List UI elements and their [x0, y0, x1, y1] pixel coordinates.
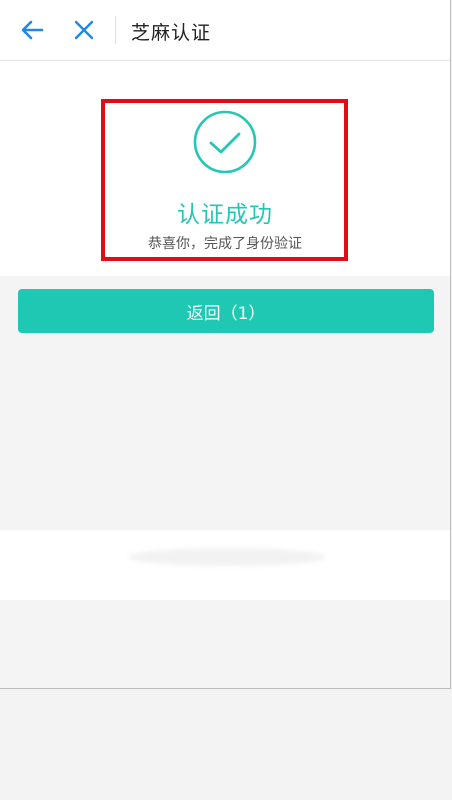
check-circle-icon — [193, 110, 257, 174]
back-button[interactable] — [16, 14, 48, 46]
return-button[interactable]: 返回（1） — [18, 289, 434, 333]
faint-smudge — [128, 548, 326, 566]
close-icon — [74, 20, 94, 40]
page-title: 芝麻认证 — [131, 22, 212, 44]
header-divider — [115, 16, 116, 44]
close-button[interactable] — [68, 14, 100, 46]
app-screen: 芝麻认证 认证成功 恭喜你，完成了身份验证 返回（1） — [0, 0, 451, 689]
top-bar: 芝麻认证 — [0, 0, 450, 61]
success-message: 恭喜你，完成了身份验证 — [148, 236, 302, 252]
arrow-left-icon — [21, 20, 44, 40]
result-panel: 认证成功 恭喜你，完成了身份验证 — [0, 61, 450, 276]
success-title: 认证成功 — [177, 202, 273, 228]
